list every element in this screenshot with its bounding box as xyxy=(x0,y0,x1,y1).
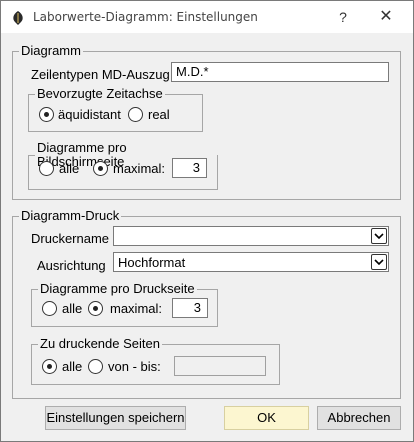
druck-maximal-input[interactable]: 3 xyxy=(172,298,208,318)
ausrichtung-label: Ausrichtung xyxy=(37,258,106,273)
seiten-alle-label: alle xyxy=(62,359,83,374)
radio-bildschirm-alle[interactable] xyxy=(39,161,54,176)
real-label: real xyxy=(148,107,170,122)
chevron-down-icon xyxy=(371,228,387,244)
radio-aequidistant[interactable] xyxy=(39,107,54,122)
druck-alle-label: alle xyxy=(62,301,83,316)
zeitachse-legend: Bevorzugte Zeitachse xyxy=(37,86,163,101)
radio-seiten-von-bis[interactable] xyxy=(88,359,103,374)
druckseite-legend: Diagramme pro Druckseite xyxy=(40,281,195,296)
ausrichtung-value: Hochformat xyxy=(118,255,186,270)
ok-button[interactable]: OK xyxy=(224,406,309,430)
save-settings-button[interactable]: Einstellungen speichern xyxy=(45,406,186,430)
help-button[interactable]: ? xyxy=(331,5,355,29)
druckername-label: Druckername xyxy=(31,231,110,246)
druck-maximal-label: maximal: xyxy=(110,301,163,316)
window-title: Laborwerte-Diagramm: Einstellungen xyxy=(33,10,258,24)
bildschirm-alle-label: alle xyxy=(59,161,80,176)
radio-druck-alle[interactable] xyxy=(42,301,57,316)
settings-dialog: Laborwerte-Diagramm: Einstellungen ? ✕ D… xyxy=(0,0,414,442)
radio-bildschirm-maximal[interactable] xyxy=(93,161,108,176)
seiten-von-bis-label: von - bis: xyxy=(108,359,161,374)
diagramm-legend: Diagramm xyxy=(21,43,81,58)
aequidistant-label: äquidistant xyxy=(58,107,121,122)
title-bar: Laborwerte-Diagramm: Einstellungen ? ✕ xyxy=(1,1,413,33)
seiten-von-bis-input[interactable] xyxy=(174,356,266,376)
radio-druck-maximal[interactable] xyxy=(88,301,103,316)
zeilentypen-input[interactable]: M.D.* xyxy=(171,62,389,82)
zeilentypen-label: Zeilentypen MD-Auszug xyxy=(31,67,170,82)
bildschirm-maximal-label: maximal: xyxy=(113,161,166,176)
druck-legend: Diagramm-Druck xyxy=(21,208,120,223)
druckername-select[interactable] xyxy=(113,226,389,246)
bildschirm-maximal-input[interactable]: 3 xyxy=(172,158,207,178)
cancel-button[interactable]: Abbrechen xyxy=(317,406,401,430)
chevron-down-icon xyxy=(371,254,387,270)
radio-real[interactable] xyxy=(128,107,143,122)
seiten-legend: Zu druckende Seiten xyxy=(40,336,160,351)
close-button[interactable]: ✕ xyxy=(374,5,398,29)
ausrichtung-select[interactable]: Hochformat xyxy=(113,252,389,272)
app-leaf-icon xyxy=(11,10,25,26)
radio-seiten-alle[interactable] xyxy=(42,359,57,374)
